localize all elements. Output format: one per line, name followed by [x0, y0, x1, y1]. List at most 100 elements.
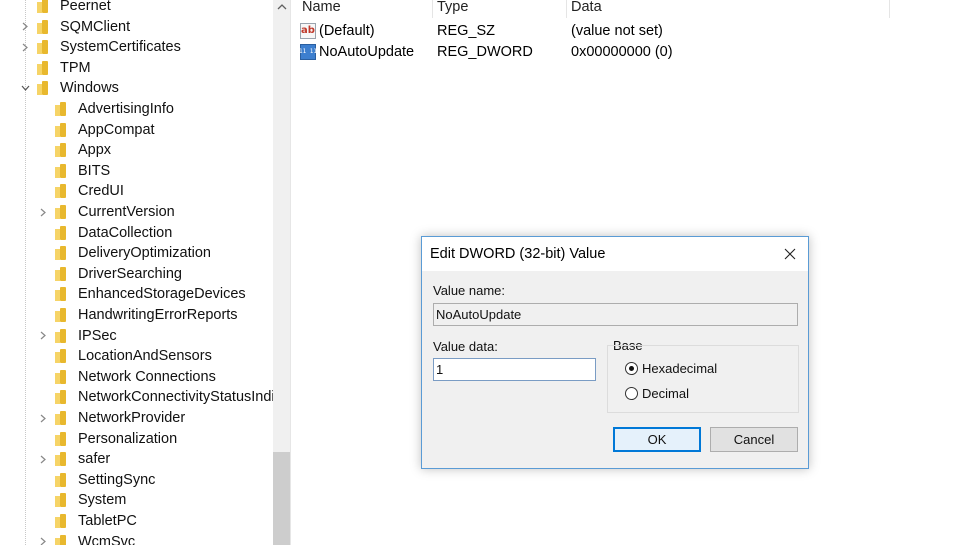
tree-item-label: Network Connections	[78, 368, 216, 385]
folder-icon	[55, 163, 69, 178]
tree-item[interactable]: Appx	[55, 140, 111, 160]
tree-item-label: DataCollection	[78, 224, 173, 241]
radio-button[interactable]	[625, 387, 638, 400]
radio-decimal[interactable]: Decimal	[625, 386, 689, 401]
tree-item[interactable]: WcmSvc	[40, 532, 136, 545]
tree-item[interactable]: TPM	[37, 58, 91, 78]
tree-item-label: Appx	[78, 142, 112, 159]
folder-icon	[37, 0, 51, 13]
folder-icon	[55, 308, 69, 322]
value-name-label: Value name:	[433, 283, 506, 298]
dialog-title: Edit DWORD (32-bit) Value	[430, 246, 606, 262]
tree-item[interactable]: safer	[40, 449, 110, 469]
tree-item-label: EnhancedStorageDevices	[78, 286, 246, 303]
folder-icon	[55, 266, 69, 281]
tree-item[interactable]: System	[55, 490, 126, 510]
base-group-box	[607, 345, 799, 413]
folder-icon	[55, 184, 69, 199]
tree-item[interactable]: LocationAndSensors	[55, 346, 212, 366]
tree-item-label: Personalization	[78, 430, 178, 447]
tree-item[interactable]: DataCollection	[55, 223, 172, 243]
tree-item[interactable]: NetworkConnectivityStatusIndicat	[55, 387, 273, 407]
tree-item-label: NetworkConnectivityStatusIndicat	[78, 389, 273, 406]
folder-icon	[55, 514, 69, 528]
scroll-up-arrow-icon[interactable]	[273, 0, 290, 14]
radio-label: Decimal	[642, 386, 689, 401]
column-header-name[interactable]: Name	[302, 0, 432, 17]
dialog-title-bar[interactable]: Edit DWORD (32-bit) Value	[422, 237, 808, 271]
value-data-input[interactable]: 1	[433, 358, 596, 381]
radio-hexadecimal[interactable]: Hexadecimal	[625, 361, 717, 376]
tree-item[interactable]: Personalization	[55, 429, 177, 449]
folder-icon	[55, 246, 69, 261]
tree-item-label: CurrentVersion	[78, 204, 175, 220]
string-value-icon: ab	[300, 22, 316, 39]
tree-item[interactable]: CurrentVersion	[40, 202, 175, 222]
value-row[interactable]: 011 110 NoAutoUpdate REG_DWORD 0x0000000…	[295, 41, 900, 62]
tree-item-label: CredUI	[78, 183, 124, 200]
tree-item-label: Windows	[60, 80, 119, 97]
chevron-right-icon[interactable]	[38, 411, 48, 425]
chevron-right-icon[interactable]	[38, 329, 48, 343]
tree-item[interactable]: BITS	[55, 161, 110, 181]
folder-icon	[55, 102, 69, 116]
tree-item-label: DriverSearching	[78, 265, 182, 282]
tree-item[interactable]: NetworkProvider	[40, 408, 185, 428]
tree-item[interactable]: Peernet	[37, 0, 111, 16]
tree-item-label: WcmSvc	[78, 533, 136, 545]
tree-item-label: SettingSync	[78, 471, 156, 488]
column-divider[interactable]	[566, 0, 567, 18]
close-button[interactable]	[778, 243, 802, 265]
tree-item[interactable]: DriverSearching	[55, 264, 182, 284]
radio-button-checked[interactable]	[625, 362, 638, 375]
column-divider[interactable]	[432, 0, 433, 18]
folder-icon	[55, 472, 69, 487]
folder-icon	[55, 534, 69, 545]
registry-tree: Peernet SQMClient SystemCertificates TPM Win…	[0, 0, 273, 545]
tree-item[interactable]: HandwritingErrorReports	[55, 305, 238, 325]
binary-value-icon: 011 110	[295, 43, 321, 60]
tree-item[interactable]: EnhancedStorageDevices	[55, 284, 246, 304]
chevron-right-icon[interactable]	[20, 20, 30, 34]
tree-item[interactable]: SystemCertificates	[22, 37, 181, 57]
tree-item-label: IPSec	[78, 327, 117, 344]
folder-icon	[55, 225, 69, 240]
folder-icon	[55, 349, 69, 364]
tree-item[interactable]: IPSec	[40, 326, 117, 346]
pane-splitter[interactable]	[290, 0, 298, 545]
tree-item-label: LocationAndSensors	[78, 348, 212, 365]
folder-icon	[55, 452, 69, 467]
ok-button[interactable]: OK	[613, 427, 701, 452]
tree-item-label: SQMClient	[60, 18, 131, 35]
tree-item[interactable]: Windows	[21, 78, 119, 98]
folder-icon	[37, 19, 51, 34]
tree-item[interactable]: Network Connections	[55, 367, 216, 387]
folder-icon	[55, 287, 69, 302]
chevron-right-icon[interactable]	[38, 205, 48, 219]
tree-item[interactable]: TabletPC	[55, 511, 137, 531]
tree-scrollbar[interactable]	[273, 0, 290, 545]
tree-item[interactable]: DeliveryOptimization	[55, 243, 211, 263]
tree-item-label: DeliveryOptimization	[78, 245, 211, 262]
chevron-right-icon[interactable]	[38, 535, 48, 545]
edit-dword-dialog: Edit DWORD (32-bit) Value Value name: No…	[421, 236, 809, 469]
value-data: 0x00000000 (0)	[571, 43, 673, 60]
column-header-type[interactable]: Type	[437, 0, 567, 17]
column-divider[interactable]	[889, 0, 890, 18]
chevron-right-icon[interactable]	[20, 40, 30, 54]
value-row[interactable]: ab (Default) REG_SZ (value not set)	[300, 20, 900, 41]
value-type: REG_DWORD	[437, 43, 533, 60]
tree-item[interactable]: AdvertisingInfo	[55, 99, 174, 119]
tree-item[interactable]: CredUI	[55, 181, 124, 201]
tree-item-label: SystemCertificates	[60, 39, 181, 56]
column-header-data[interactable]: Data	[571, 0, 889, 17]
folder-icon	[37, 81, 51, 96]
chevron-down-icon[interactable]	[20, 81, 30, 95]
scrollbar-thumb[interactable]	[273, 452, 290, 545]
tree-item[interactable]: AppCompat	[55, 120, 155, 140]
tree-item[interactable]: SettingSync	[55, 470, 155, 490]
tree-item[interactable]: SQMClient	[22, 17, 131, 37]
cancel-button[interactable]: Cancel	[710, 427, 798, 452]
tree-item-label: Peernet	[60, 0, 111, 14]
chevron-right-icon[interactable]	[38, 452, 48, 466]
